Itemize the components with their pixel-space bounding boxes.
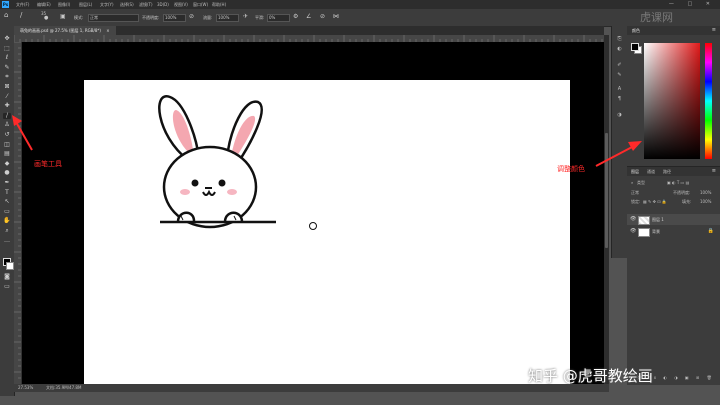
color-annotation: 调整颜色	[557, 165, 585, 173]
brush-tool-annotation: 画笔工具	[34, 160, 62, 168]
watermark: 知乎 @虎哥教绘画	[528, 367, 653, 385]
annotation-arrows	[12, 115, 642, 167]
